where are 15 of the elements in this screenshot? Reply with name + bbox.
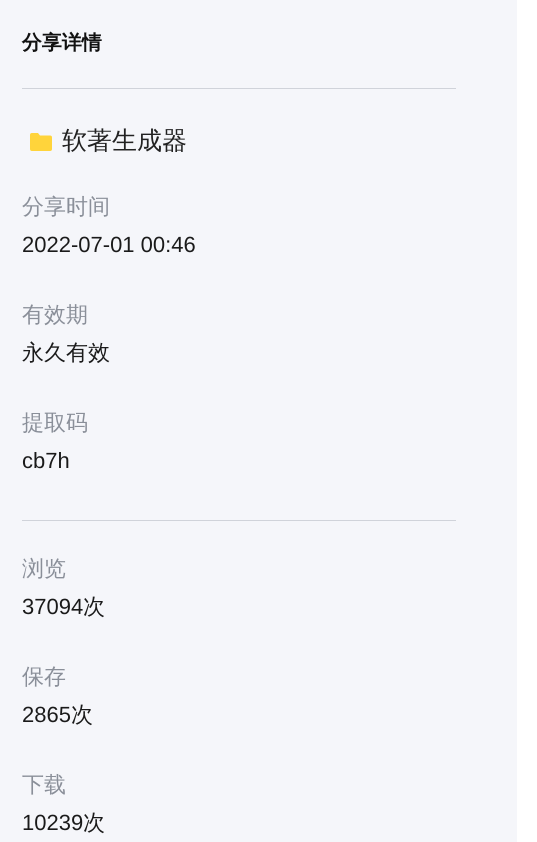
- field-value: 2022-07-01 00:46: [22, 231, 197, 259]
- field-label: 有效期: [22, 301, 89, 329]
- file-name: 软著生成器: [62, 126, 187, 158]
- field-value: 37094次: [22, 593, 106, 621]
- field-label: 浏览: [22, 555, 67, 583]
- field-label: 保存: [22, 663, 67, 691]
- panel-title: 分享详情: [22, 30, 103, 56]
- folder-icon: [30, 133, 52, 151]
- field-value: 永久有效: [22, 339, 111, 367]
- field-value: 10239次: [22, 809, 106, 837]
- field-label: 下载: [22, 771, 67, 799]
- field-label: 分享时间: [22, 193, 111, 221]
- field-label: 提取码: [22, 409, 89, 437]
- field-value: cb7h: [22, 447, 71, 475]
- field-value: 2865次: [22, 701, 94, 729]
